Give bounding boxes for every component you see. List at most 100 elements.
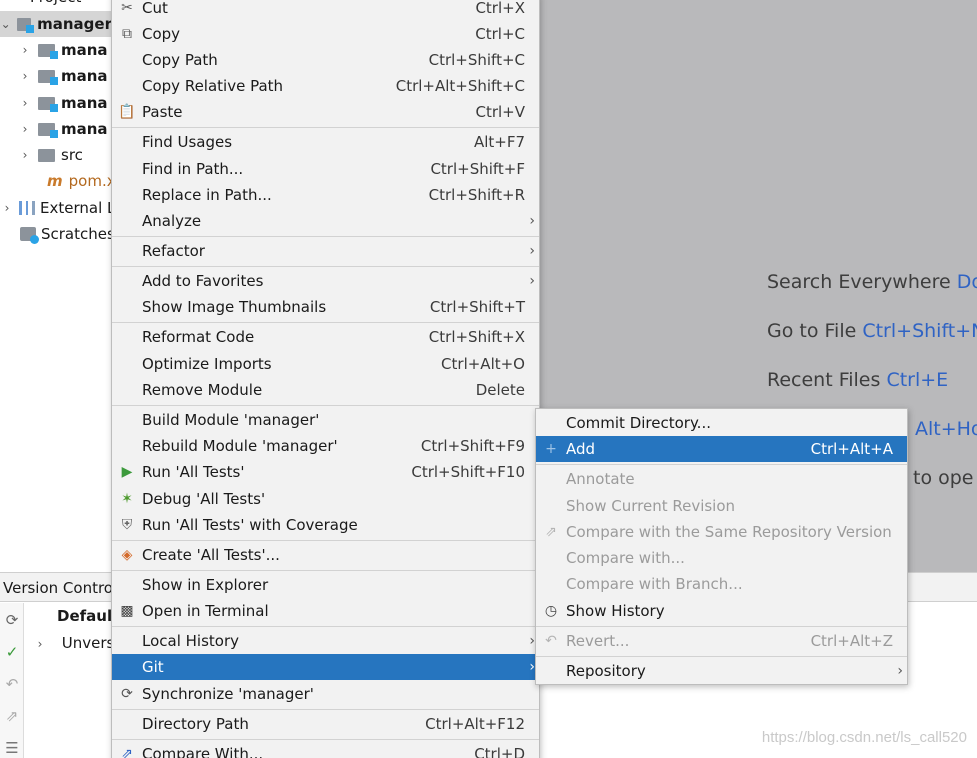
menu-item-analyze[interactable]: Analyze › (112, 208, 539, 234)
rollback-icon[interactable]: ↶ (3, 675, 21, 693)
menu-item-rebuild-module[interactable]: Rebuild Module 'manager' Ctrl+Shift+F9 (112, 433, 539, 459)
clock-icon: ◷ (544, 603, 558, 619)
chevron-right-icon[interactable]: › (33, 637, 47, 651)
menu-item-cut[interactable]: ✂ Cut Ctrl+X (112, 0, 539, 21)
refresh-icon[interactable]: ⟳ (3, 611, 21, 629)
changelist-unversioned[interactable]: › Unversi (33, 634, 119, 652)
menu-item-local-history[interactable]: Local History › (112, 628, 539, 654)
menu-item-shortcut: Ctrl+Shift+C (428, 51, 525, 69)
menu-item-open-in-terminal[interactable]: ▩ Open in Terminal (112, 598, 539, 624)
module-folder-icon (38, 43, 58, 59)
hint-key: Alt+Ho (915, 418, 977, 440)
menu-item-shortcut: Ctrl+D (474, 745, 525, 758)
menu-item-copy-path[interactable]: Copy Path Ctrl+Shift+C (112, 47, 539, 73)
menu-item-label: Find in Path... (142, 160, 244, 178)
run-icon: ▶ (121, 464, 133, 480)
menu-item-repository[interactable]: Repository › (536, 658, 907, 684)
menu-item-compare-same-repo-version[interactable]: ⇗ Compare with the Same Repository Versi… (536, 519, 907, 545)
tree-item-submodule[interactable]: › mana (18, 90, 108, 116)
tree-item-pom[interactable]: m pom.x (47, 168, 112, 194)
list-icon[interactable]: ☰ (3, 739, 21, 757)
menu-item-add-to-favorites[interactable]: Add to Favorites › (112, 268, 539, 294)
menu-item-label: Create 'All Tests'... (142, 546, 280, 564)
plus-icon: + (545, 441, 557, 457)
tree-item-scratches[interactable]: Scratches (0, 221, 112, 247)
menu-item-show-history[interactable]: ◷ Show History (536, 598, 907, 624)
menu-item-copy[interactable]: ⧉ Copy Ctrl+C (112, 21, 539, 47)
tree-item-label: External L (40, 199, 112, 217)
diff-icon[interactable]: ⇗ (3, 707, 21, 725)
vc-title[interactable]: Version Contro (3, 579, 113, 597)
menu-item-label: Copy Path (142, 51, 218, 69)
chevron-right-icon[interactable]: › (18, 90, 32, 116)
changelist-default[interactable]: Defaul (57, 607, 112, 625)
menu-item-remove-module[interactable]: Remove Module Delete (112, 377, 539, 403)
menu-item-shortcut: Alt+F7 (473, 133, 525, 151)
menu-item-debug-all-tests[interactable]: ✶ Debug 'All Tests' (112, 486, 539, 512)
menu-item-label: Refactor (142, 242, 205, 260)
menu-item-refactor[interactable]: Refactor › (112, 238, 539, 264)
hint-label: to ope (913, 467, 974, 489)
menu-item-label: Compare With... (142, 745, 264, 758)
hint-label: Go to File (767, 320, 863, 342)
chevron-right-icon[interactable]: › (18, 63, 32, 89)
menu-item-copy-relative-path[interactable]: Copy Relative Path Ctrl+Alt+Shift+C (112, 73, 539, 99)
menu-item-revert[interactable]: ↶ Revert... Ctrl+Alt+Z (536, 628, 907, 654)
menu-item-show-image-thumbnails[interactable]: Show Image Thumbnails Ctrl+Shift+T (112, 294, 539, 320)
menu-item-show-current-revision[interactable]: Show Current Revision (536, 493, 907, 519)
menu-item-add[interactable]: + Add Ctrl+Alt+A (536, 436, 907, 462)
tree-item-submodule[interactable]: › mana (18, 116, 108, 142)
chevron-right-icon[interactable]: › (18, 142, 32, 168)
menu-item-commit-directory[interactable]: Commit Directory... (536, 410, 907, 436)
menu-item-build-module[interactable]: Build Module 'manager' (112, 407, 539, 433)
chevron-right-icon[interactable]: › (0, 195, 14, 221)
menu-item-shortcut: Ctrl+Alt+A (810, 440, 893, 458)
compare-arrows-icon: ⇗ (121, 746, 133, 758)
submenu-arrow-icon: › (529, 273, 535, 289)
menu-item-run-all-tests[interactable]: ▶ Run 'All Tests' Ctrl+Shift+F10 (112, 459, 539, 485)
menu-item-compare-with[interactable]: Compare with... (536, 545, 907, 571)
tree-item-submodule[interactable]: › mana (18, 37, 108, 63)
menu-item-create-all-tests[interactable]: ◈ Create 'All Tests'... (112, 542, 539, 568)
menu-item-directory-path[interactable]: Directory Path Ctrl+Alt+F12 (112, 711, 539, 737)
tree-item-src[interactable]: › src (18, 142, 83, 168)
sync-icon: ⟳ (121, 686, 133, 702)
menu-item-label: Compare with the Same Repository Version (566, 523, 892, 541)
menu-separator (112, 540, 539, 541)
menu-item-reformat-code[interactable]: Reformat Code Ctrl+Shift+X (112, 324, 539, 350)
menu-item-optimize-imports[interactable]: Optimize Imports Ctrl+Alt+O (112, 351, 539, 377)
chevron-right-icon[interactable]: › (18, 37, 32, 63)
tree-item-submodule[interactable]: › mana (18, 63, 108, 89)
menu-item-label: Cut (142, 0, 168, 17)
menu-item-find-in-path[interactable]: Find in Path... Ctrl+Shift+F (112, 156, 539, 182)
project-header-label: Project (30, 0, 81, 10)
library-icon (19, 201, 35, 215)
menu-item-shortcut: Ctrl+Shift+T (429, 298, 525, 316)
menu-item-find-usages[interactable]: Find Usages Alt+F7 (112, 129, 539, 155)
menu-item-label: Add (566, 440, 596, 458)
module-folder-icon (17, 17, 34, 33)
menu-item-label: Show in Explorer (142, 576, 269, 594)
menu-item-run-with-coverage[interactable]: ⛨ Run 'All Tests' with Coverage (112, 512, 539, 538)
commit-check-icon[interactable]: ✓ (3, 643, 21, 661)
menu-item-label: Show Image Thumbnails (142, 298, 327, 316)
menu-separator (112, 570, 539, 571)
menu-item-git[interactable]: Git › (112, 654, 539, 680)
chevron-down-icon[interactable]: ⌄ (0, 11, 11, 37)
menu-item-compare-with-branch[interactable]: Compare with Branch... (536, 571, 907, 597)
menu-item-compare-with[interactable]: ⇗ Compare With... Ctrl+D (112, 741, 539, 758)
coverage-shield-icon: ⛨ (121, 517, 133, 533)
menu-item-shortcut: Ctrl+Alt+O (441, 355, 525, 373)
menu-item-replace-in-path[interactable]: Replace in Path... Ctrl+Shift+R (112, 182, 539, 208)
maven-icon: m (47, 172, 63, 190)
menu-item-annotate[interactable]: Annotate (536, 466, 907, 492)
tree-item-external-libraries[interactable]: › External L (0, 195, 112, 221)
module-folder-icon (38, 69, 58, 85)
menu-item-paste[interactable]: 📋 Paste Ctrl+V (112, 99, 539, 125)
tree-item-root-module[interactable]: ⌄ manager (0, 11, 112, 37)
menu-separator (112, 127, 539, 128)
chevron-right-icon[interactable]: › (18, 116, 32, 142)
menu-item-show-in-explorer[interactable]: Show in Explorer (112, 572, 539, 598)
menu-item-synchronize[interactable]: ⟳ Synchronize 'manager' (112, 681, 539, 707)
menu-item-label: Paste (142, 103, 183, 121)
